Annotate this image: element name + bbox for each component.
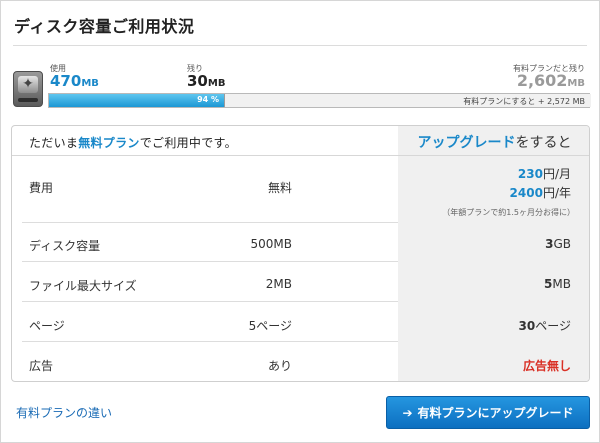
upgrade-button-label: 有料プランにアップグレード — [417, 406, 574, 420]
row-free-value: 2MB — [265, 277, 292, 291]
row-name: ディスク容量 — [29, 239, 101, 253]
paid-extra-note: 有料プランにすると + 2,572 MB — [463, 97, 585, 106]
row-name: ファイル最大サイズ — [29, 279, 137, 293]
plan-difference-link[interactable]: 有料プランの違い — [16, 404, 112, 421]
panel-title: ディスク容量ご利用状況 — [14, 17, 195, 36]
paid-remaining-value: 2,602MB — [516, 71, 585, 90]
yearly-discount-note: （年額プランで約1.5ヶ月分お得に） — [442, 208, 575, 217]
hard-drive-icon: ✦ — [13, 71, 43, 107]
disk-usage-panel: ディスク容量ご利用状況 ✦ 使用 470MB 残り 30MB 有料プランだと残り… — [0, 0, 600, 443]
usage-percent-label: 94 % — [197, 95, 219, 104]
row-free-value: 無料 — [267, 181, 292, 195]
monthly-price: 230円/月 — [517, 167, 571, 181]
yearly-price: 2400円/年 — [509, 186, 571, 200]
row-free-value: 5ページ — [248, 319, 292, 333]
row-paid-value: 3GB — [545, 237, 571, 251]
row-name: ページ — [29, 319, 65, 333]
row-name: 広告 — [29, 359, 54, 373]
arrow-right-icon: ➔ — [402, 405, 413, 420]
remaining-value: 30MB — [187, 72, 226, 90]
upgrade-heading: アップグレードをすると — [417, 135, 572, 151]
plan-comparison-table: ただいま無料プランでご利用中です。 アップグレードをすると 費用 無料 230円… — [11, 125, 590, 382]
usage-progress-bar: 94 % 有料プランにすると + 2,572 MB — [48, 93, 591, 108]
row-paid-value: 30ページ — [518, 319, 571, 333]
used-value: 470MB — [50, 72, 99, 90]
current-plan-text: ただいま無料プランでご利用中です。 — [29, 136, 237, 150]
upgrade-button[interactable]: ➔ 有料プランにアップグレード — [386, 396, 590, 429]
row-free-value: あり — [267, 359, 292, 373]
row-name: 費用 — [29, 181, 54, 195]
row-free-value: 500MB — [250, 237, 293, 251]
row-paid-value: 5MB — [544, 277, 571, 291]
title-divider — [13, 45, 587, 46]
row-paid-value: 広告無し — [522, 359, 571, 373]
